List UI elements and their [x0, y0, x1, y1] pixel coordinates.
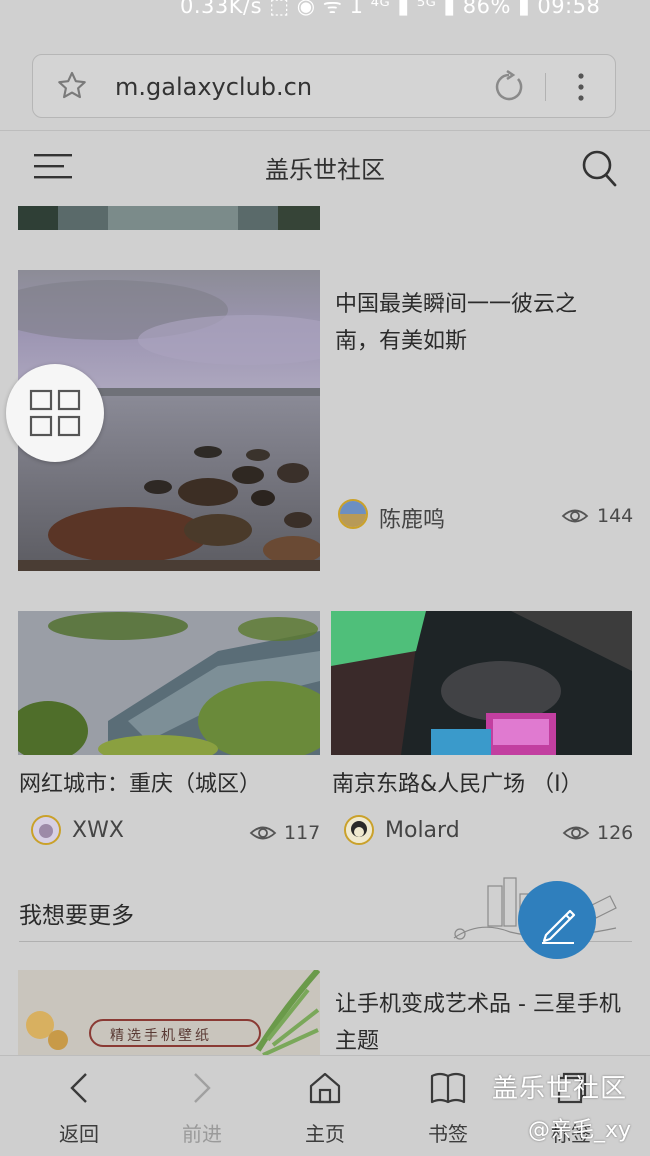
section-title: 我想要更多	[19, 903, 134, 929]
author-name[interactable]: Molard	[385, 818, 460, 843]
banner-text: 精选手机壁纸	[110, 1028, 212, 1044]
post-image[interactable]	[331, 611, 632, 755]
home-icon	[309, 1072, 341, 1104]
post-card[interactable]: 中国最美瞬间一一彼云之南，有美如斯 陈鹿鸣 144	[18, 270, 634, 571]
avatar[interactable]	[344, 815, 374, 845]
watermark-title: 盖乐世社区	[492, 1074, 628, 1104]
site-title: 盖乐世社区	[265, 156, 385, 184]
author-name[interactable]: 陈鹿鸣	[379, 502, 445, 534]
address-bar[interactable]: m.galaxyclub.cn	[32, 54, 616, 118]
pen-icon	[542, 909, 576, 944]
watermark-handle: @亲毛_xy	[528, 1118, 632, 1143]
status-text: 0.33K/s ⬚ ◉ ᯤ 1 ⁴ᴳ ▮ ⁵ᴳ ▮ 86% ▮ 09:58	[180, 0, 601, 18]
nav-label: 主页	[305, 1122, 345, 1146]
star-icon[interactable]	[55, 69, 89, 107]
post-title[interactable]: 中国最美瞬间一一彼云之南，有美如斯	[335, 286, 605, 360]
eye-icon	[562, 823, 590, 847]
grid-icon	[29, 389, 81, 437]
nav-home[interactable]: 主页	[285, 1070, 365, 1147]
reload-icon[interactable]	[491, 69, 527, 109]
status-bar: 0.33K/s ⬚ ◉ ᯤ 1 ⁴ᴳ ▮ ⁵ᴳ ▮ 86% ▮ 09:58	[0, 0, 650, 24]
avatar[interactable]	[338, 499, 368, 529]
grid-view-button[interactable]	[6, 364, 104, 462]
nav-label: 书签	[428, 1122, 468, 1146]
eye-icon	[561, 506, 589, 530]
nav-forward[interactable]: 前进	[162, 1070, 242, 1147]
write-post-button[interactable]	[518, 881, 596, 959]
eye-icon	[249, 823, 277, 847]
separator	[0, 130, 650, 131]
more-vert-icon[interactable]	[573, 71, 589, 107]
back-arrow-icon	[70, 1073, 87, 1103]
forward-arrow-icon	[194, 1073, 211, 1103]
view-count: 126	[597, 822, 634, 844]
nav-label: 前进	[182, 1122, 222, 1146]
author-name[interactable]: XWX	[72, 818, 124, 843]
nav-label: 返回	[59, 1122, 99, 1146]
nav-back[interactable]: 返回	[39, 1070, 119, 1147]
nav-bookmarks[interactable]: 书签	[408, 1070, 488, 1147]
post-image[interactable]: 精选手机壁纸	[18, 970, 320, 1056]
post-image[interactable]	[18, 611, 320, 755]
avatar[interactable]	[31, 815, 61, 845]
url-text[interactable]: m.galaxyclub.cn	[115, 73, 312, 101]
view-count: 117	[284, 822, 321, 844]
view-count: 144	[597, 505, 634, 527]
post-image-partial[interactable]	[18, 206, 320, 230]
post-title[interactable]: 让手机变成艺术品 - 三星手机主题	[335, 986, 625, 1060]
post-title[interactable]: 南京东路&人民广场 （I）	[332, 766, 583, 803]
search-icon[interactable]	[580, 148, 618, 192]
bookmark-book-icon	[430, 1072, 466, 1104]
post-title[interactable]: 网红城市：重庆（城区）	[19, 766, 261, 803]
divider	[545, 73, 546, 101]
